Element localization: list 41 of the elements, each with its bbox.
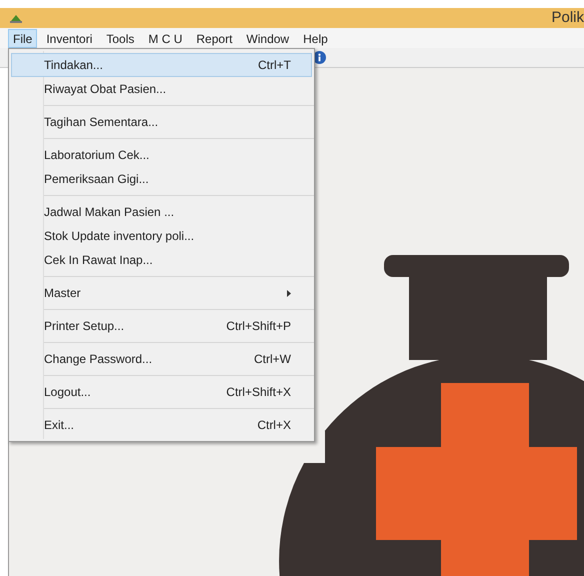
- menu-item-label: Change Password...: [44, 351, 152, 368]
- menu-item-label: Stok Update inventory poli...: [44, 228, 194, 245]
- menu-item[interactable]: Change Password... Ctrl+W: [11, 347, 312, 371]
- menu-item[interactable]: Cek In Rawat Inap...: [11, 248, 312, 272]
- menu-item[interactable]: Logout... Ctrl+Shift+X: [11, 380, 312, 404]
- shortcut-label: Ctrl+W: [254, 351, 291, 368]
- menu-item-label: Pemeriksaan Gigi...: [44, 171, 149, 188]
- menu-item[interactable]: Riwayat Obat Pasien...: [11, 77, 312, 101]
- menu-item-label: Riwayat Obat Pasien...: [44, 81, 166, 98]
- menu-bar-item[interactable]: File: [8, 28, 38, 48]
- menu-item-label: Tindakan...: [44, 57, 103, 74]
- menu-item-label: Exit...: [44, 417, 74, 434]
- menu-item[interactable]: Pemeriksaan Gigi...: [11, 167, 312, 191]
- submenu-arrow-icon: [287, 290, 291, 296]
- menu-item-label: Laboratorium Cek...: [44, 147, 150, 164]
- menu-item-label: Printer Setup...: [44, 318, 124, 335]
- menu-bar-item[interactable]: Help: [298, 28, 333, 48]
- menu-bar-item[interactable]: Inventori: [41, 28, 98, 48]
- menu-item-label: Jadwal Makan Pasien ...: [44, 204, 174, 221]
- menu-item[interactable]: Tindakan... Ctrl+T: [11, 53, 312, 77]
- window-title: Polik: [551, 9, 584, 27]
- menu-bar-item[interactable]: M C U: [143, 28, 188, 48]
- menu-bar-item[interactable]: Window: [241, 28, 294, 48]
- shortcut-label: Ctrl+Shift+X: [226, 384, 291, 401]
- menu-item[interactable]: Jadwal Makan Pasien ...: [11, 200, 312, 224]
- menu-item[interactable]: Tagihan Sementara...: [11, 110, 312, 134]
- shortcut-label: Ctrl+T: [258, 57, 291, 74]
- menu-item-label: Cek In Rawat Inap...: [44, 252, 153, 269]
- menu-item-label: Logout...: [44, 384, 91, 401]
- menu-item-label: Master: [44, 285, 81, 302]
- shortcut-label: Ctrl+Shift+P: [226, 318, 291, 335]
- menu-bar-item[interactable]: Report: [191, 28, 238, 48]
- shortcut-label: Ctrl+X: [257, 417, 291, 434]
- menu-bar-item[interactable]: Tools: [101, 28, 140, 48]
- menu-item[interactable]: Laboratorium Cek...: [11, 143, 312, 167]
- menu-item[interactable]: Stok Update inventory poli...: [11, 224, 312, 248]
- menu-item-label: Tagihan Sementara...: [44, 114, 158, 131]
- menu-item[interactable]: Exit... Ctrl+X: [11, 413, 312, 437]
- app-icon: [10, 13, 22, 23]
- menu-item[interactable]: Master: [11, 281, 312, 305]
- menu-item[interactable]: Printer Setup... Ctrl+Shift+P: [11, 314, 312, 338]
